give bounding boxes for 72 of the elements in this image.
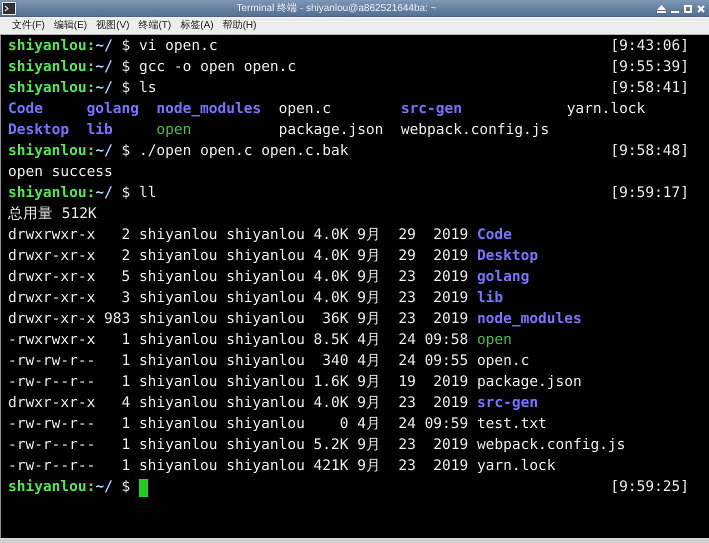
prompt-path: ~/ bbox=[95, 478, 113, 497]
folder-name: golang bbox=[86, 100, 139, 119]
file-name: yarn.lock bbox=[566, 100, 646, 119]
command-text: $ vi open.c bbox=[122, 37, 218, 56]
file-details: drwxr-xr-x 4 shiyanlou shiyanlou 4.0K 9月 23 2019 bbox=[8, 394, 470, 413]
file-name: webpack.config.js bbox=[476, 436, 626, 455]
menu-item[interactable]: 编辑(E) bbox=[54, 18, 88, 33]
folder-name: Code bbox=[8, 100, 44, 119]
file-details: -rwxrwxr-x 1 shiyanlou shiyanlou 8.5K 4月 24 09:58 bbox=[8, 331, 470, 350]
command-text: $ ls bbox=[122, 79, 156, 98]
timestamp: [9:58:48] bbox=[610, 142, 689, 161]
menu-item[interactable]: 文件(F) bbox=[12, 18, 45, 33]
file-name: package.json bbox=[278, 121, 384, 140]
command-text: $ ll bbox=[122, 184, 156, 203]
folder-name: src-gen bbox=[400, 100, 463, 119]
output-text: 总用量 512K bbox=[8, 205, 97, 224]
file-details: -rw-r--r-- 1 shiyanlou shiyanlou 421K 9月 23 2019 bbox=[8, 457, 470, 476]
menu-item[interactable]: 终端(T) bbox=[138, 18, 172, 33]
folder-name: src-gen bbox=[476, 394, 538, 413]
file-name: yarn.lock bbox=[476, 457, 556, 476]
prompt-user: shiyanlou: bbox=[8, 58, 96, 77]
executable-name: open bbox=[476, 331, 512, 350]
timestamp: [9:59:25] bbox=[610, 478, 689, 497]
shade-icon[interactable] bbox=[657, 4, 666, 12]
file-details: drwxr-xr-x 3 shiyanlou shiyanlou 4.0K 9月 23 2019 bbox=[8, 289, 470, 308]
prompt-path: ~/ bbox=[95, 37, 113, 56]
file-details: drwxr-xr-x 983 shiyanlou shiyanlou 36K 9月 23 2019 bbox=[8, 310, 470, 329]
file-details: drwxr-xr-x 2 shiyanlou shiyanlou 4.0K 9月 29 2019 bbox=[8, 247, 470, 266]
prompt-path: ~/ bbox=[95, 58, 113, 77]
file-details: -rw-r--r-- 1 shiyanlou shiyanlou 5.2K 9月 23 2019 bbox=[8, 436, 470, 455]
window-title: Terminal 终端 - shiyanlou@a862521644ba: ~ bbox=[236, 2, 436, 16]
timestamp: [9:55:39] bbox=[610, 58, 689, 77]
timestamp: [9:58:41] bbox=[610, 79, 689, 98]
file-name: webpack.config.js bbox=[400, 121, 550, 140]
folder-name: Code bbox=[476, 226, 512, 245]
folder-name: Desktop bbox=[476, 247, 538, 266]
file-details: drwxrwxr-x 2 shiyanlou shiyanlou 4.0K 9月 29 2019 bbox=[8, 226, 470, 245]
file-name: open.c bbox=[278, 100, 332, 119]
prompt-user: shiyanlou: bbox=[8, 37, 96, 56]
folder-name: node_modules bbox=[156, 100, 262, 119]
file-name: test.txt bbox=[476, 415, 547, 434]
output-text: open success bbox=[8, 163, 113, 182]
folder-name: Desktop bbox=[8, 121, 70, 140]
folder-name: golang bbox=[476, 268, 530, 287]
timestamp: [9:59:17] bbox=[610, 184, 689, 203]
menu-item[interactable]: 帮助(H) bbox=[222, 18, 256, 33]
file-name: package.json bbox=[476, 373, 582, 392]
timestamp: [9:43:06] bbox=[610, 37, 689, 56]
file-name: open.c bbox=[476, 352, 530, 371]
maximize-icon[interactable] bbox=[684, 4, 692, 12]
command-text: $ bbox=[122, 478, 130, 497]
command-text: $ gcc -o open open.c bbox=[122, 58, 296, 77]
terminal-icon[interactable] bbox=[2, 2, 16, 15]
menu-item[interactable]: 视图(V) bbox=[96, 18, 130, 33]
menu-item[interactable]: 标签(A) bbox=[180, 18, 214, 33]
file-details: drwxr-xr-x 5 shiyanlou shiyanlou 4.0K 9月 23 2019 bbox=[8, 268, 470, 287]
executable-name: open bbox=[156, 121, 192, 140]
folder-name: lib bbox=[476, 289, 504, 308]
folder-name: lib bbox=[86, 121, 114, 140]
close-icon[interactable] bbox=[697, 4, 705, 12]
file-details: -rw-rw-r-- 1 shiyanlou shiyanlou 340 4月 24 09:55 bbox=[8, 352, 470, 371]
file-details: -rw-rw-r-- 1 shiyanlou shiyanlou 0 4月 24 09:59 bbox=[8, 415, 470, 434]
prompt-user: shiyanlou: bbox=[8, 142, 96, 161]
command-text: $ ./open open.c open.c.bak bbox=[122, 142, 348, 161]
folder-name: node_modules bbox=[476, 310, 582, 329]
prompt-path: ~/ bbox=[95, 142, 113, 161]
prompt-path: ~/ bbox=[95, 184, 113, 203]
prompt-user: shiyanlou: bbox=[8, 478, 96, 497]
prompt-user: shiyanlou: bbox=[8, 79, 96, 98]
prompt-user: shiyanlou: bbox=[8, 184, 96, 203]
prompt-path: ~/ bbox=[95, 79, 113, 98]
file-details: -rw-r--r-- 1 shiyanlou shiyanlou 1.6K 9月 19 2019 bbox=[8, 373, 470, 392]
